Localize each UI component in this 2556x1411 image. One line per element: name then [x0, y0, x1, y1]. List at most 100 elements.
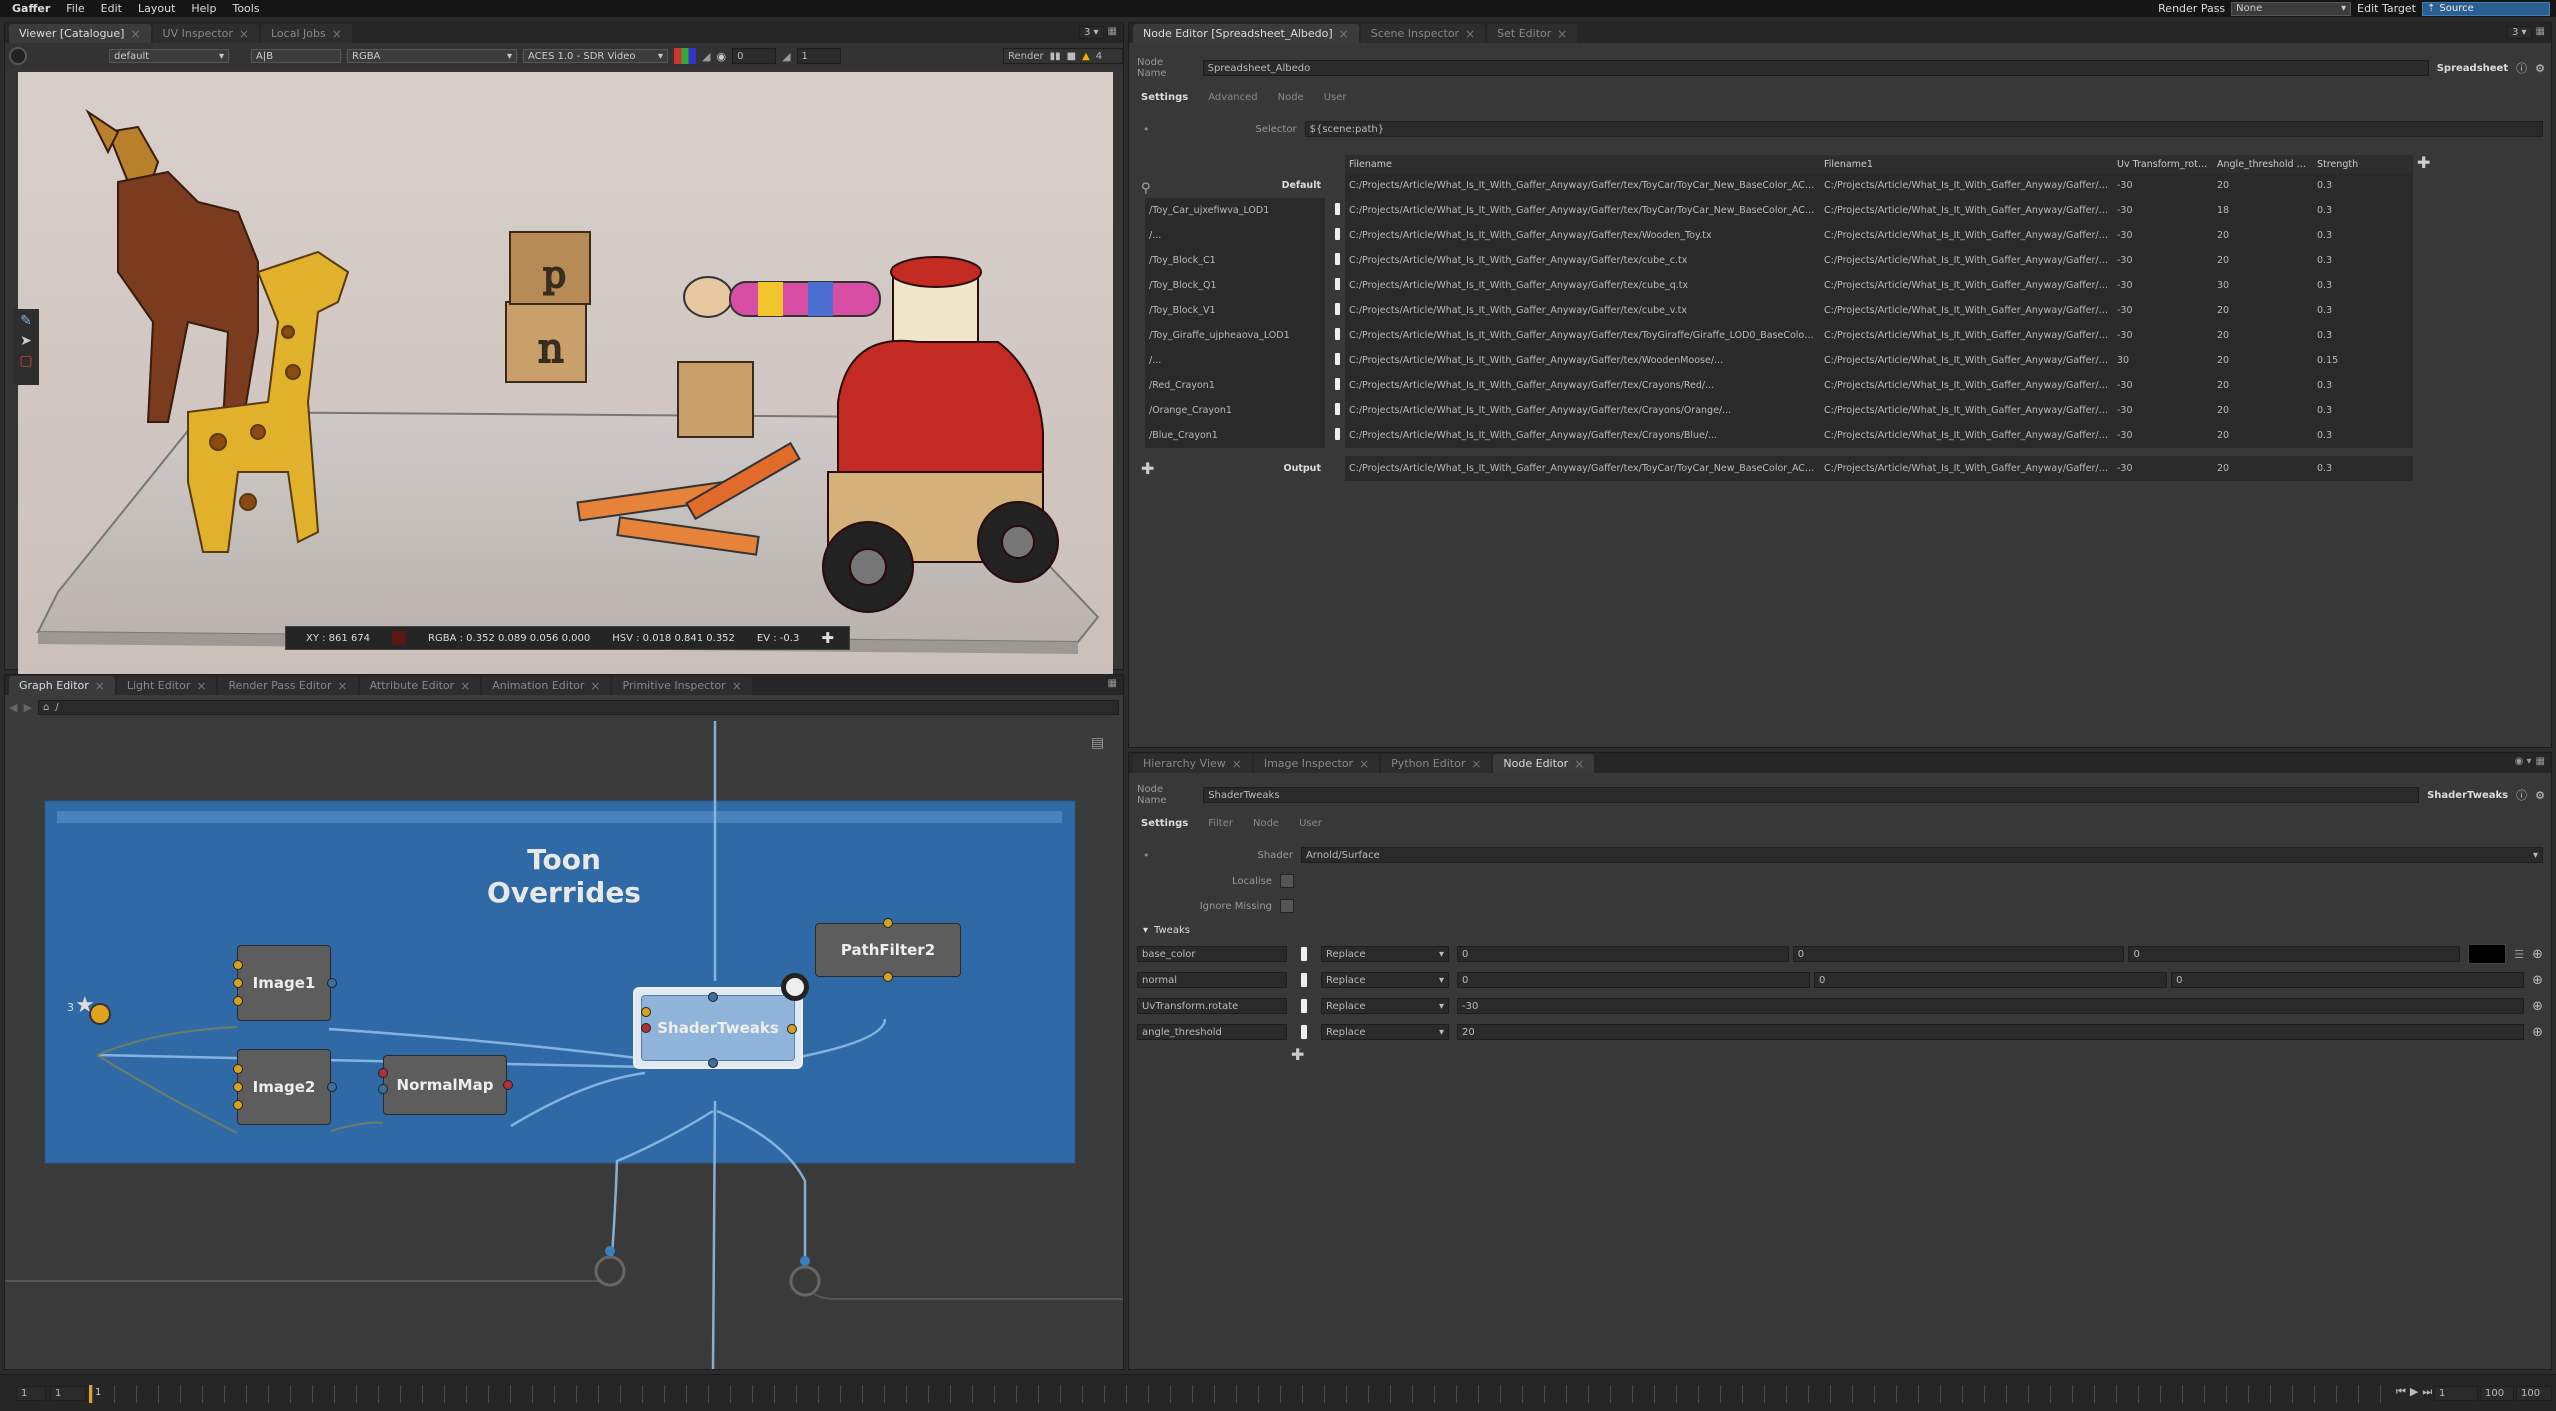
gamma-icon[interactable]: ◢ [782, 50, 790, 63]
subtab-settings[interactable]: Settings [1131, 92, 1198, 103]
node-pathfilter[interactable]: PathFilter2 [815, 923, 961, 977]
subtab-advanced[interactable]: Advanced [1198, 92, 1267, 103]
cell-strength[interactable]: 0.3 [2313, 323, 2413, 348]
column-header[interactable]: Uv Transform_rotate [2113, 155, 2213, 173]
exposure-icon[interactable]: ◉ [716, 50, 726, 63]
cell-angle[interactable]: 18 [2213, 198, 2313, 223]
tweak-enabled-toggle[interactable] [1301, 973, 1307, 987]
tab-set-editor[interactable]: Set Editor × [1487, 24, 1578, 43]
subtab-filter[interactable]: Filter [1198, 818, 1243, 829]
shader-select[interactable]: Arnold/Surface ▾ [1300, 847, 2543, 863]
target-icon[interactable]: ◉ ▾ [2515, 756, 2532, 767]
cell-angle[interactable]: 20 [2213, 173, 2313, 198]
cell-filename[interactable]: C:/Projects/Article/What_Is_It_With_Gaff… [1345, 198, 1820, 223]
tab-hierarchy-view[interactable]: Hierarchy View × [1133, 754, 1252, 773]
cell-filename[interactable]: C:/Projects/Article/What_Is_It_With_Gaff… [1345, 173, 1820, 198]
close-icon[interactable]: × [1465, 27, 1475, 41]
menu-tools[interactable]: Tools [224, 2, 267, 15]
home-icon[interactable]: ⌂ [43, 702, 49, 713]
cell-angle[interactable]: 20 [2213, 456, 2313, 481]
row-toggle[interactable] [1325, 198, 1345, 223]
plug[interactable] [883, 918, 893, 928]
tab-image-inspector[interactable]: Image Inspector × [1253, 754, 1380, 773]
exposure-field[interactable]: 0 [732, 48, 777, 64]
row-toggle[interactable] [1325, 348, 1345, 373]
table-row[interactable]: /Toy_Block_V1 C:/Projects/Article/What_Is… [1145, 298, 2485, 323]
plug[interactable] [883, 972, 893, 982]
node-name-field[interactable]: ShaderTweaks [1203, 787, 2420, 803]
plug[interactable] [503, 1080, 513, 1090]
node-shadertweaks[interactable]: ShaderTweaks [641, 995, 795, 1061]
column-header[interactable]: Filename1 [1820, 155, 2113, 173]
table-row[interactable]: /Red_Crayon1 C:/Projects/Article/What_Is_… [1145, 373, 2485, 398]
panel-menu-icon[interactable]: ▦ [2536, 756, 2545, 767]
menu-help[interactable]: Help [183, 2, 224, 15]
close-icon[interactable]: × [130, 27, 140, 41]
row-toggle[interactable] [1325, 248, 1345, 273]
cell-rotate[interactable]: -30 [2113, 173, 2213, 198]
tweak-enabled-toggle[interactable] [1301, 947, 1307, 961]
table-row[interactable]: /Toy_Car_ujxefiwva_LOD1 C:/Projects/Artic… [1145, 198, 2485, 223]
playback-frame-field[interactable]: 1 [2434, 1386, 2478, 1401]
skip-end-icon[interactable]: ⏭ [2422, 1385, 2432, 1399]
column-header[interactable]: Strength [2313, 155, 2413, 173]
gear-icon[interactable]: ⚙ [2535, 789, 2545, 802]
cell-strength[interactable]: 0.3 [2313, 173, 2413, 198]
pause-icon[interactable]: ▮▮ [1050, 51, 1061, 62]
panel-menu-icon[interactable]: ▦ [2536, 26, 2545, 39]
cell-strength[interactable]: 0.3 [2313, 248, 2413, 273]
cell-angle[interactable]: 20 [2213, 423, 2313, 448]
tab-light-editor[interactable]: Light Editor × [116, 676, 217, 695]
tab-viewer[interactable]: Viewer [Catalogue] × [9, 24, 151, 43]
render-view[interactable]: n p [18, 72, 1113, 682]
tweak-name-field[interactable]: angle_threshold [1137, 1024, 1287, 1040]
node-image2[interactable]: Image2 [237, 1049, 331, 1125]
cell-angle[interactable]: 20 [2213, 223, 2313, 248]
tab-render-pass-editor[interactable]: Render Pass Editor × [218, 676, 358, 695]
selector-field[interactable]: ${scene:path} [1304, 121, 2543, 137]
tab-attribute-editor[interactable]: Attribute Editor × [359, 676, 481, 695]
close-icon[interactable]: × [332, 27, 342, 41]
cell-filename1[interactable]: C:/Projects/Article/What_Is_It_With_Gaff… [1820, 298, 2113, 323]
row-enabled-toggle[interactable] [1335, 428, 1340, 440]
menu-edit[interactable]: Edit [93, 2, 130, 15]
close-icon[interactable]: × [590, 679, 600, 693]
layout-menu-button[interactable]: 3 ▾ [2506, 26, 2532, 39]
spreadsheet-output_row[interactable]: Output C:/Projects/Article/What_Is_It_Wit… [1145, 456, 2485, 481]
plug[interactable] [233, 978, 243, 988]
row-toggle[interactable] [1325, 173, 1345, 198]
false-color-icon[interactable]: ◢ [702, 50, 710, 63]
focus-icon[interactable] [781, 973, 809, 1001]
close-icon[interactable]: × [95, 679, 105, 693]
tweak-menu-icon[interactable]: ⊕ [2532, 973, 2543, 988]
eyedropper-icon[interactable]: ✎ [20, 313, 32, 329]
subtab-settings[interactable]: Settings [1131, 818, 1198, 829]
gamma-field[interactable]: 1 [796, 48, 841, 64]
cell-filename[interactable]: C:/Projects/Article/What_Is_It_With_Gaff… [1345, 323, 1820, 348]
cell-filename[interactable]: C:/Projects/Article/What_Is_It_With_Gaff… [1345, 373, 1820, 398]
ignore-missing-checkbox[interactable] [1280, 899, 1294, 913]
cell-filename1[interactable]: C:/Projects/Article/What_Is_It_With_Gaff… [1820, 456, 2113, 481]
close-icon[interactable]: × [1574, 757, 1584, 771]
plus-icon[interactable]: ✚ [821, 629, 834, 647]
table-row[interactable]: /Blue_Crayon1 C:/Projects/Article/What_Is… [1145, 423, 2485, 448]
localise-checkbox[interactable] [1280, 874, 1294, 888]
table-row[interactable]: /Toy_Giraffe_ujpheaova_LOD1 C:/Projects/A… [1145, 323, 2485, 348]
tab-graph-editor[interactable]: Graph Editor × [9, 676, 115, 695]
back-icon[interactable]: ◀ [9, 701, 17, 714]
cell-filename1[interactable]: C:/Projects/Article/What_Is_It_With_Gaff… [1820, 398, 2113, 423]
cell-filename1[interactable]: C:/Projects/Article/What_Is_It_With_Gaff… [1820, 173, 2113, 198]
tweak-enabled-toggle[interactable] [1301, 1025, 1307, 1039]
cell-filename1[interactable]: C:/Projects/Article/What_Is_It_With_Gaff… [1820, 423, 2113, 448]
render-pass-select[interactable]: None ▾ [2231, 1, 2352, 16]
channels-select[interactable]: RGBA ▾ [347, 49, 517, 63]
table-row[interactable]: /Toy_Block_C1 C:/Projects/Article/What_Is… [1145, 248, 2485, 273]
cell-filename1[interactable]: C:/Projects/Article/What_Is_It_With_Gaff… [1820, 273, 2113, 298]
plug[interactable] [378, 1068, 388, 1078]
tweak-value-field[interactable]: 0 [1814, 972, 2168, 988]
tab-animation-editor[interactable]: Animation Editor × [482, 676, 611, 695]
plug[interactable] [233, 1100, 243, 1110]
panel-menu-icon[interactable]: ▦ [1108, 678, 1117, 689]
cell-angle[interactable]: 30 [2213, 273, 2313, 298]
plug[interactable] [327, 1082, 337, 1092]
